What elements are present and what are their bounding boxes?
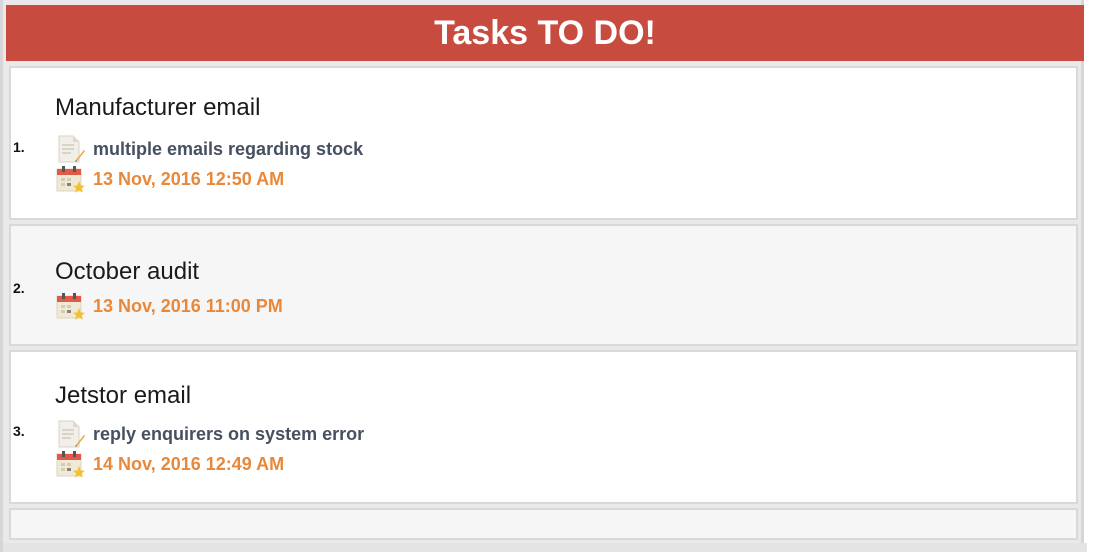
task-number: 3.: [13, 423, 25, 439]
calendar-star-icon: [56, 293, 85, 320]
task-item[interactable]: 2. October audit 13 Nov, 2016 11:00 PM: [9, 224, 1078, 346]
note-pencil-icon: [58, 135, 85, 163]
task-number: 2.: [13, 280, 25, 296]
task-item[interactable]: 3. Jetstor email reply enquirers on syst…: [9, 350, 1078, 504]
task-title: Manufacturer email: [55, 94, 261, 121]
task-date: 13 Nov, 2016 12:50 AM: [93, 168, 285, 189]
empty-task-row[interactable]: [9, 508, 1078, 540]
task-item[interactable]: 1. Manufacturer email multiple emails re…: [9, 66, 1078, 220]
task-date: 14 Nov, 2016 12:49 AM: [93, 453, 285, 474]
tasks-panel: Tasks TO DO! 1. Manufacturer email multi…: [0, 0, 1087, 552]
task-date: 13 Nov, 2016 11:00 PM: [93, 295, 283, 316]
calendar-star-icon: [56, 451, 85, 478]
task-note-row: multiple emails regarding stock: [55, 135, 363, 163]
task-date-row: 13 Nov, 2016 11:00 PM: [55, 292, 283, 320]
task-number: 1.: [13, 139, 25, 155]
task-date-row: 14 Nov, 2016 12:49 AM: [55, 450, 284, 478]
task-note: multiple emails regarding stock: [93, 138, 364, 159]
task-note-row: reply enquirers on system error: [55, 420, 364, 448]
task-title: October audit: [55, 258, 200, 285]
note-pencil-icon: [58, 420, 85, 448]
task-date-row: 13 Nov, 2016 12:50 AM: [55, 165, 284, 193]
calendar-star-icon: [56, 166, 85, 193]
task-title: Jetstor email: [55, 382, 192, 409]
page-title: Tasks TO DO!: [6, 5, 1084, 61]
task-note: reply enquirers on system error: [93, 423, 365, 444]
panel-footer: [3, 543, 1087, 552]
